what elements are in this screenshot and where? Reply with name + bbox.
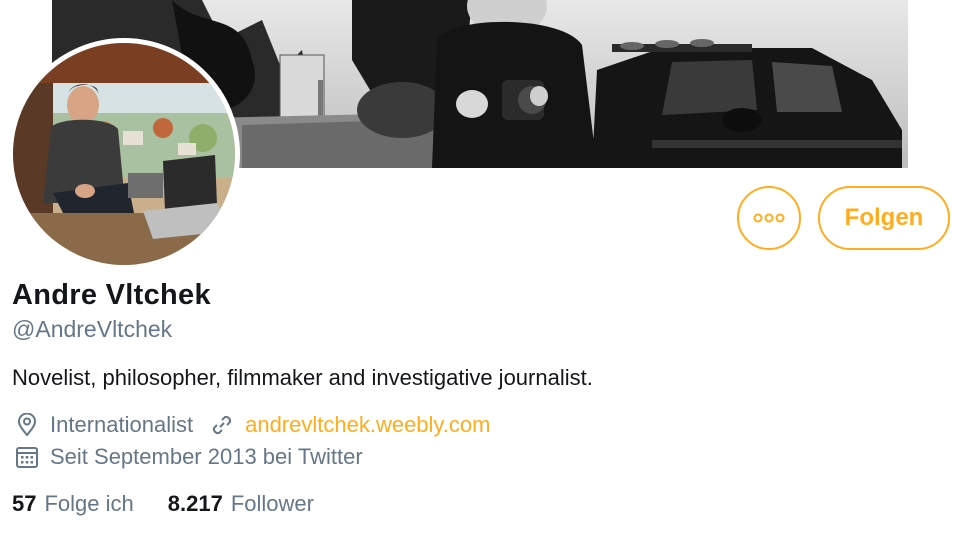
more-options-button[interactable]: [737, 186, 801, 250]
user-handle: @AndreVltchek: [12, 316, 173, 342]
profile-location: Internationalist: [50, 412, 194, 437]
avatar[interactable]: [8, 38, 240, 270]
profile-website-link[interactable]: andrevltchek.weebly.com: [245, 412, 490, 438]
follow-button[interactable]: Folgen: [818, 186, 950, 250]
avatar-image: [13, 43, 235, 265]
location-pin-icon: [14, 412, 40, 438]
followers-label: Follower: [230, 491, 314, 516]
followers-stat[interactable]: 8.217 Follower: [168, 491, 314, 517]
link-icon: [209, 412, 235, 438]
profile-meta-location-website: Internationalist andrevltchek.weebly.com: [14, 412, 490, 438]
follow-button-label: Folgen: [844, 204, 924, 231]
calendar-icon: [14, 444, 40, 470]
following-label: Folge ich: [44, 491, 134, 516]
more-dots-icon: [753, 213, 785, 223]
following-count: 57: [12, 491, 37, 516]
following-stat[interactable]: 57 Folge ich: [12, 491, 134, 517]
profile-bio: Novelist, philosopher, filmmaker and inv…: [12, 365, 593, 390]
profile-stats: 57 Folge ich 8.217 Follower: [12, 491, 348, 517]
profile-joined-date: Seit September 2013 bei Twitter: [50, 444, 363, 469]
profile-page: Folgen Andre Vltchek @AndreVltchek Novel…: [0, 0, 960, 542]
profile-meta-joined: Seit September 2013 bei Twitter: [14, 444, 363, 470]
followers-count: 8.217: [167, 491, 223, 516]
display-name: Andre Vltchek: [12, 279, 211, 311]
